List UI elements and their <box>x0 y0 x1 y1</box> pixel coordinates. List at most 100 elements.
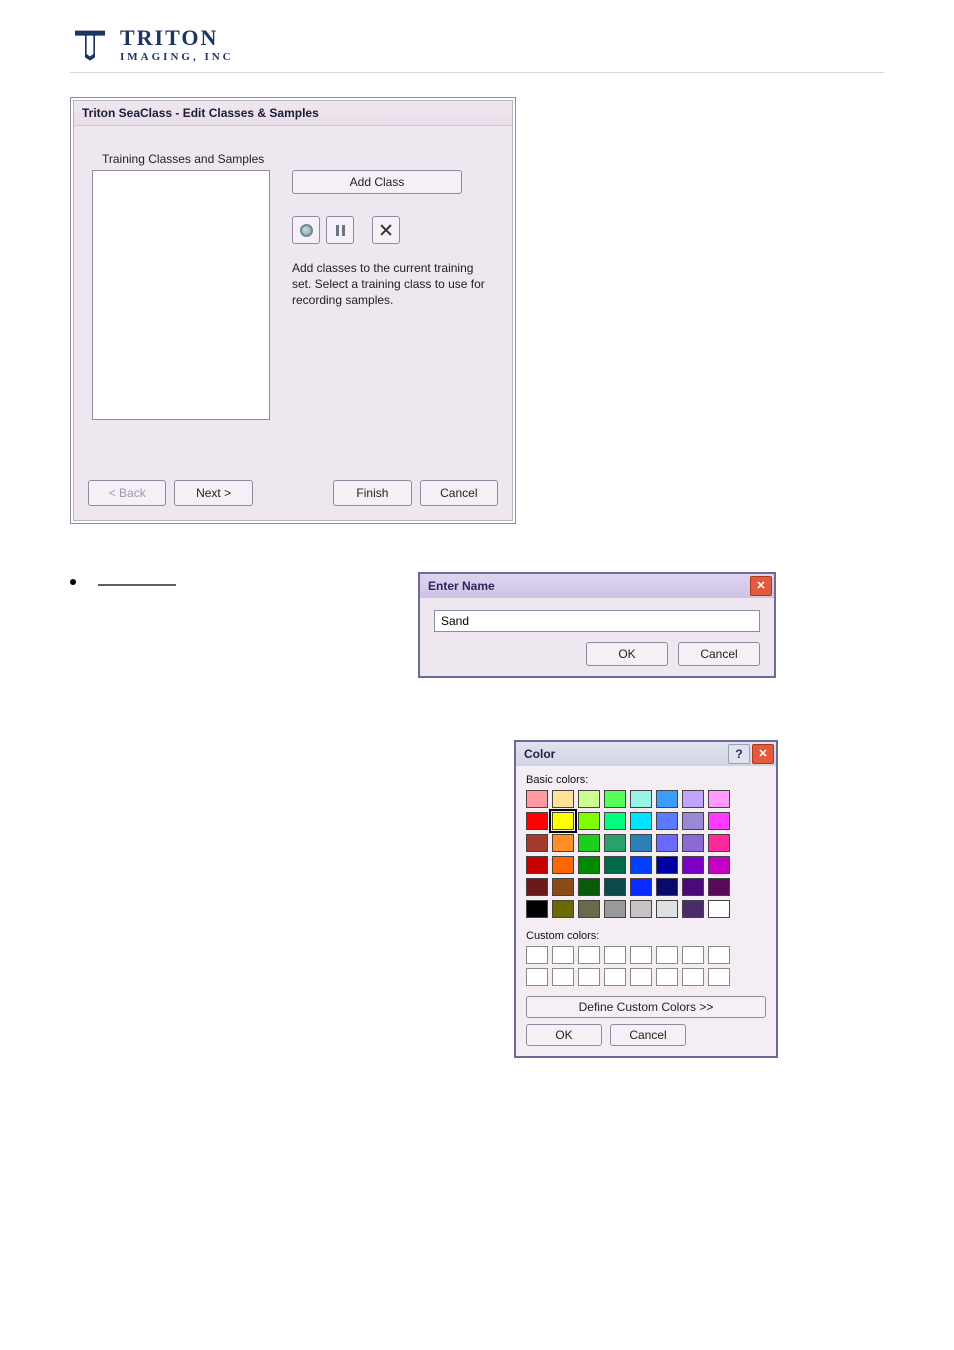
close-icon <box>380 224 392 236</box>
color-swatch[interactable] <box>682 834 704 852</box>
color-swatch[interactable] <box>708 812 730 830</box>
custom-swatch[interactable] <box>604 968 626 986</box>
custom-swatch[interactable] <box>526 968 548 986</box>
color-ok-button[interactable]: OK <box>526 1024 602 1046</box>
color-swatch[interactable] <box>578 790 600 808</box>
color-swatch[interactable] <box>656 834 678 852</box>
seaclass-window: Triton SeaClass - Edit Classes & Samples… <box>73 100 513 521</box>
color-swatch[interactable] <box>630 878 652 896</box>
custom-swatch[interactable] <box>552 968 574 986</box>
custom-colors-label: Custom colors: <box>526 930 766 942</box>
next-button[interactable]: Next > <box>174 480 252 506</box>
enter-name-ok-button[interactable]: OK <box>586 642 668 666</box>
custom-swatch[interactable] <box>578 968 600 986</box>
color-swatch[interactable] <box>630 812 652 830</box>
color-swatch[interactable] <box>526 900 548 918</box>
color-swatch[interactable] <box>604 834 626 852</box>
custom-swatch[interactable] <box>682 946 704 964</box>
color-swatch[interactable] <box>604 878 626 896</box>
color-titlebar: Color ? ✕ <box>516 742 776 766</box>
custom-swatch[interactable] <box>656 968 678 986</box>
triton-mark-icon <box>70 24 110 64</box>
color-swatch[interactable] <box>656 812 678 830</box>
color-swatch[interactable] <box>682 790 704 808</box>
color-swatch[interactable] <box>526 812 548 830</box>
custom-swatch[interactable] <box>708 968 730 986</box>
pause-button[interactable] <box>326 216 354 244</box>
color-swatch[interactable] <box>604 790 626 808</box>
brand-name: TRITON <box>120 25 234 51</box>
color-swatch[interactable] <box>604 812 626 830</box>
color-swatch[interactable] <box>708 856 730 874</box>
color-swatch[interactable] <box>630 900 652 918</box>
color-swatch[interactable] <box>604 900 626 918</box>
color-swatch[interactable] <box>656 790 678 808</box>
color-swatch[interactable] <box>630 834 652 852</box>
color-swatch[interactable] <box>604 856 626 874</box>
color-swatch[interactable] <box>552 900 574 918</box>
color-swatch[interactable] <box>682 878 704 896</box>
add-class-label: Add Class <box>350 175 405 189</box>
list-label: Training Classes and Samples <box>102 152 494 166</box>
color-swatch[interactable] <box>578 856 600 874</box>
color-swatch[interactable] <box>708 900 730 918</box>
finish-button[interactable]: Finish <box>333 480 411 506</box>
delete-button[interactable] <box>372 216 400 244</box>
custom-swatch[interactable] <box>708 946 730 964</box>
back-button[interactable]: < Back <box>88 480 166 506</box>
basic-color-grid <box>526 790 766 918</box>
color-swatch[interactable] <box>656 878 678 896</box>
color-swatch[interactable] <box>708 834 730 852</box>
color-swatch[interactable] <box>552 856 574 874</box>
add-class-button[interactable]: Add Class <box>292 170 462 194</box>
custom-swatch[interactable] <box>630 946 652 964</box>
enter-name-cancel-button[interactable]: Cancel <box>678 642 760 666</box>
color-swatch[interactable] <box>552 812 574 830</box>
custom-swatch[interactable] <box>682 968 704 986</box>
color-swatch[interactable] <box>682 900 704 918</box>
color-swatch[interactable] <box>708 878 730 896</box>
custom-swatch[interactable] <box>604 946 626 964</box>
color-swatch[interactable] <box>526 790 548 808</box>
color-swatch[interactable] <box>578 834 600 852</box>
window-title: Triton SeaClass - Edit Classes & Samples <box>74 101 512 126</box>
color-swatch[interactable] <box>630 790 652 808</box>
color-swatch[interactable] <box>682 856 704 874</box>
enter-name-close-button[interactable]: ✕ <box>750 576 772 596</box>
custom-swatch[interactable] <box>578 946 600 964</box>
color-swatch[interactable] <box>708 790 730 808</box>
color-swatch[interactable] <box>552 834 574 852</box>
training-list[interactable] <box>92 170 270 420</box>
class-name-input[interactable] <box>434 610 760 632</box>
doc-bullet <box>70 570 400 586</box>
cancel-button[interactable]: Cancel <box>420 480 498 506</box>
recording-controls <box>292 216 494 244</box>
define-custom-button[interactable]: Define Custom Colors >> <box>526 996 766 1018</box>
color-swatch[interactable] <box>552 790 574 808</box>
color-swatch[interactable] <box>630 856 652 874</box>
record-button[interactable] <box>292 216 320 244</box>
hint-text: Add classes to the current training set.… <box>292 260 492 309</box>
color-swatch[interactable] <box>526 834 548 852</box>
color-swatch[interactable] <box>552 878 574 896</box>
custom-swatch[interactable] <box>630 968 652 986</box>
custom-swatch[interactable] <box>656 946 678 964</box>
color-swatch[interactable] <box>526 856 548 874</box>
color-swatch[interactable] <box>682 812 704 830</box>
color-swatch[interactable] <box>578 812 600 830</box>
color-dialog: Color ? ✕ Basic colors: Custom colors: D… <box>514 740 778 1058</box>
custom-swatch[interactable] <box>552 946 574 964</box>
color-swatch[interactable] <box>578 878 600 896</box>
color-title: Color <box>524 747 555 761</box>
color-swatch[interactable] <box>578 900 600 918</box>
enter-name-title: Enter Name <box>428 579 495 593</box>
color-close-button[interactable]: ✕ <box>752 744 774 764</box>
color-swatch[interactable] <box>656 856 678 874</box>
color-cancel-button[interactable]: Cancel <box>610 1024 686 1046</box>
custom-swatch[interactable] <box>526 946 548 964</box>
header-rule <box>70 72 884 73</box>
color-help-button[interactable]: ? <box>728 744 750 764</box>
color-swatch[interactable] <box>526 878 548 896</box>
color-swatch[interactable] <box>656 900 678 918</box>
screenshot-entername: Enter Name ✕ OK Cancel <box>416 570 778 680</box>
